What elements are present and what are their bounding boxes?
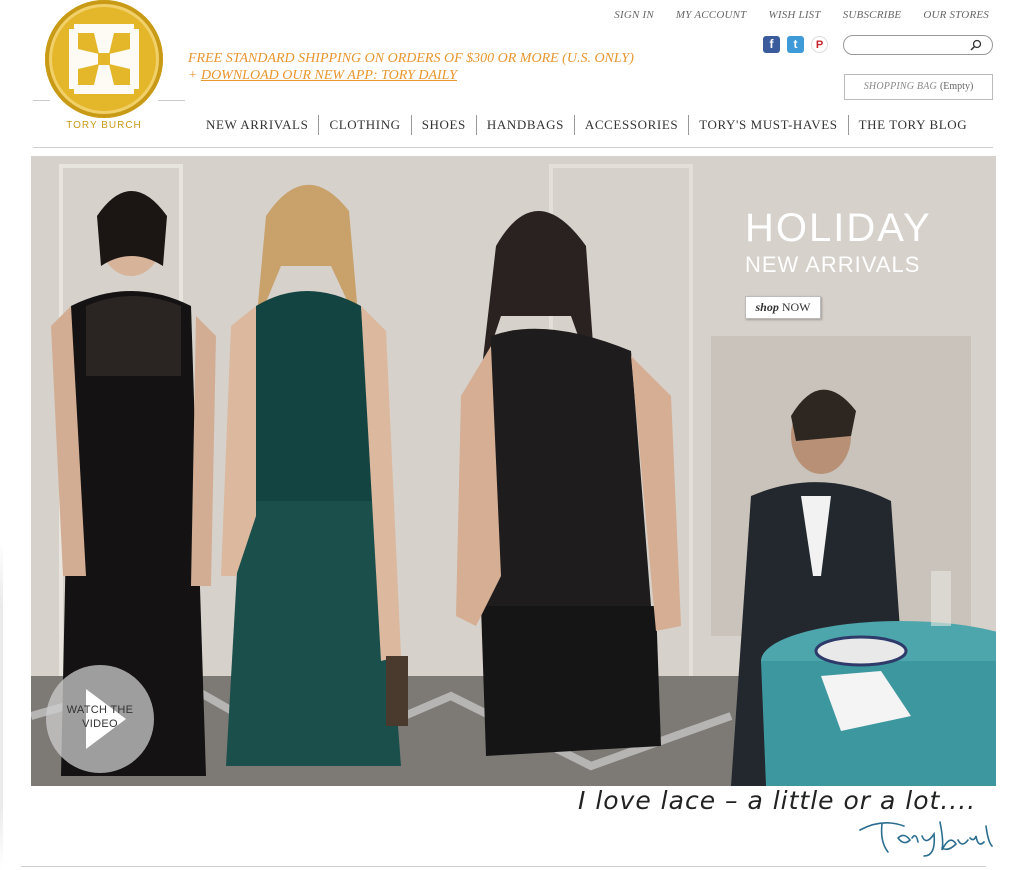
sign-in-link[interactable]: SIGN IN bbox=[614, 9, 654, 21]
watch-video-label: WATCH THE VIDEO bbox=[66, 704, 134, 730]
search-icon[interactable] bbox=[970, 39, 982, 51]
logo-wordmark: TORY BURCH bbox=[66, 120, 142, 131]
promo-shipping-text: FREE STANDARD SHIPPING ON ORDERS OF $300… bbox=[188, 51, 634, 66]
shopping-bag-label: SHOPPING BAG bbox=[863, 81, 937, 92]
subscribe-link[interactable]: SUBSCRIBE bbox=[843, 9, 902, 21]
page-edge-shadow bbox=[0, 540, 3, 870]
nav-clothing[interactable]: CLOTHING bbox=[318, 115, 410, 135]
shop-now-script: shop bbox=[755, 300, 779, 314]
facebook-icon[interactable]: f bbox=[763, 36, 780, 53]
hero-title: HOLIDAY bbox=[745, 206, 932, 250]
watch-video-button[interactable]: WATCH THE VIDEO bbox=[46, 665, 154, 773]
nav-torys-must-haves[interactable]: TORY'S MUST-HAVES bbox=[688, 115, 847, 135]
search-box bbox=[843, 35, 993, 55]
social-links: f t P bbox=[763, 36, 828, 53]
header-divider-right bbox=[158, 100, 185, 101]
quote-text: I love lace – a little or a lot.... bbox=[578, 786, 977, 815]
nav-new-arrivals[interactable]: NEW ARRIVALS bbox=[196, 115, 318, 135]
nav-accessories[interactable]: ACCESSORIES bbox=[573, 115, 688, 135]
shopping-bag-button[interactable]: SHOPPING BAG (Empty) bbox=[844, 74, 993, 100]
header-divider-left bbox=[33, 100, 50, 101]
twitter-icon[interactable]: t bbox=[787, 36, 804, 53]
shopping-bag-status: (Empty) bbox=[939, 81, 974, 92]
utility-nav: SIGN IN MY ACCOUNT WISH LIST SUBSCRIBE O… bbox=[614, 9, 989, 21]
promo-app-line: + DOWNLOAD OUR NEW APP: TORY DAILY bbox=[188, 67, 634, 84]
nav-tory-blog[interactable]: THE TORY BLOG bbox=[847, 115, 978, 135]
signature-image bbox=[859, 821, 993, 857]
nav-shoes[interactable]: SHOES bbox=[410, 115, 476, 135]
shipping-promo: FREE STANDARD SHIPPING ON ORDERS OF $300… bbox=[188, 50, 634, 84]
pinterest-icon[interactable]: P bbox=[811, 36, 828, 53]
nav-divider bbox=[33, 147, 993, 148]
our-stores-link[interactable]: OUR STORES bbox=[923, 9, 989, 21]
logo-emblem-icon bbox=[45, 0, 163, 118]
brand-logo[interactable]: TORY BURCH bbox=[45, 0, 165, 135]
download-app-link[interactable]: DOWNLOAD OUR NEW APP: TORY DAILY bbox=[201, 68, 457, 83]
hero-banner[interactable]: HOLIDAY NEW ARRIVALS shop NOW WATCH THE … bbox=[31, 156, 996, 786]
shop-now-caps: NOW bbox=[781, 300, 811, 314]
hero-subtitle: NEW ARRIVALS bbox=[745, 252, 921, 277]
my-account-link[interactable]: MY ACCOUNT bbox=[676, 9, 747, 21]
shop-now-button[interactable]: shop NOW bbox=[745, 296, 821, 319]
promo-plus: + bbox=[188, 68, 201, 83]
wish-list-link[interactable]: WISH LIST bbox=[768, 9, 820, 21]
search-input[interactable] bbox=[852, 38, 970, 53]
nav-handbags[interactable]: HANDBAGS bbox=[475, 115, 574, 135]
main-nav: NEW ARRIVALS CLOTHING SHOES HANDBAGS ACC… bbox=[196, 114, 977, 136]
footer-divider bbox=[21, 866, 986, 867]
